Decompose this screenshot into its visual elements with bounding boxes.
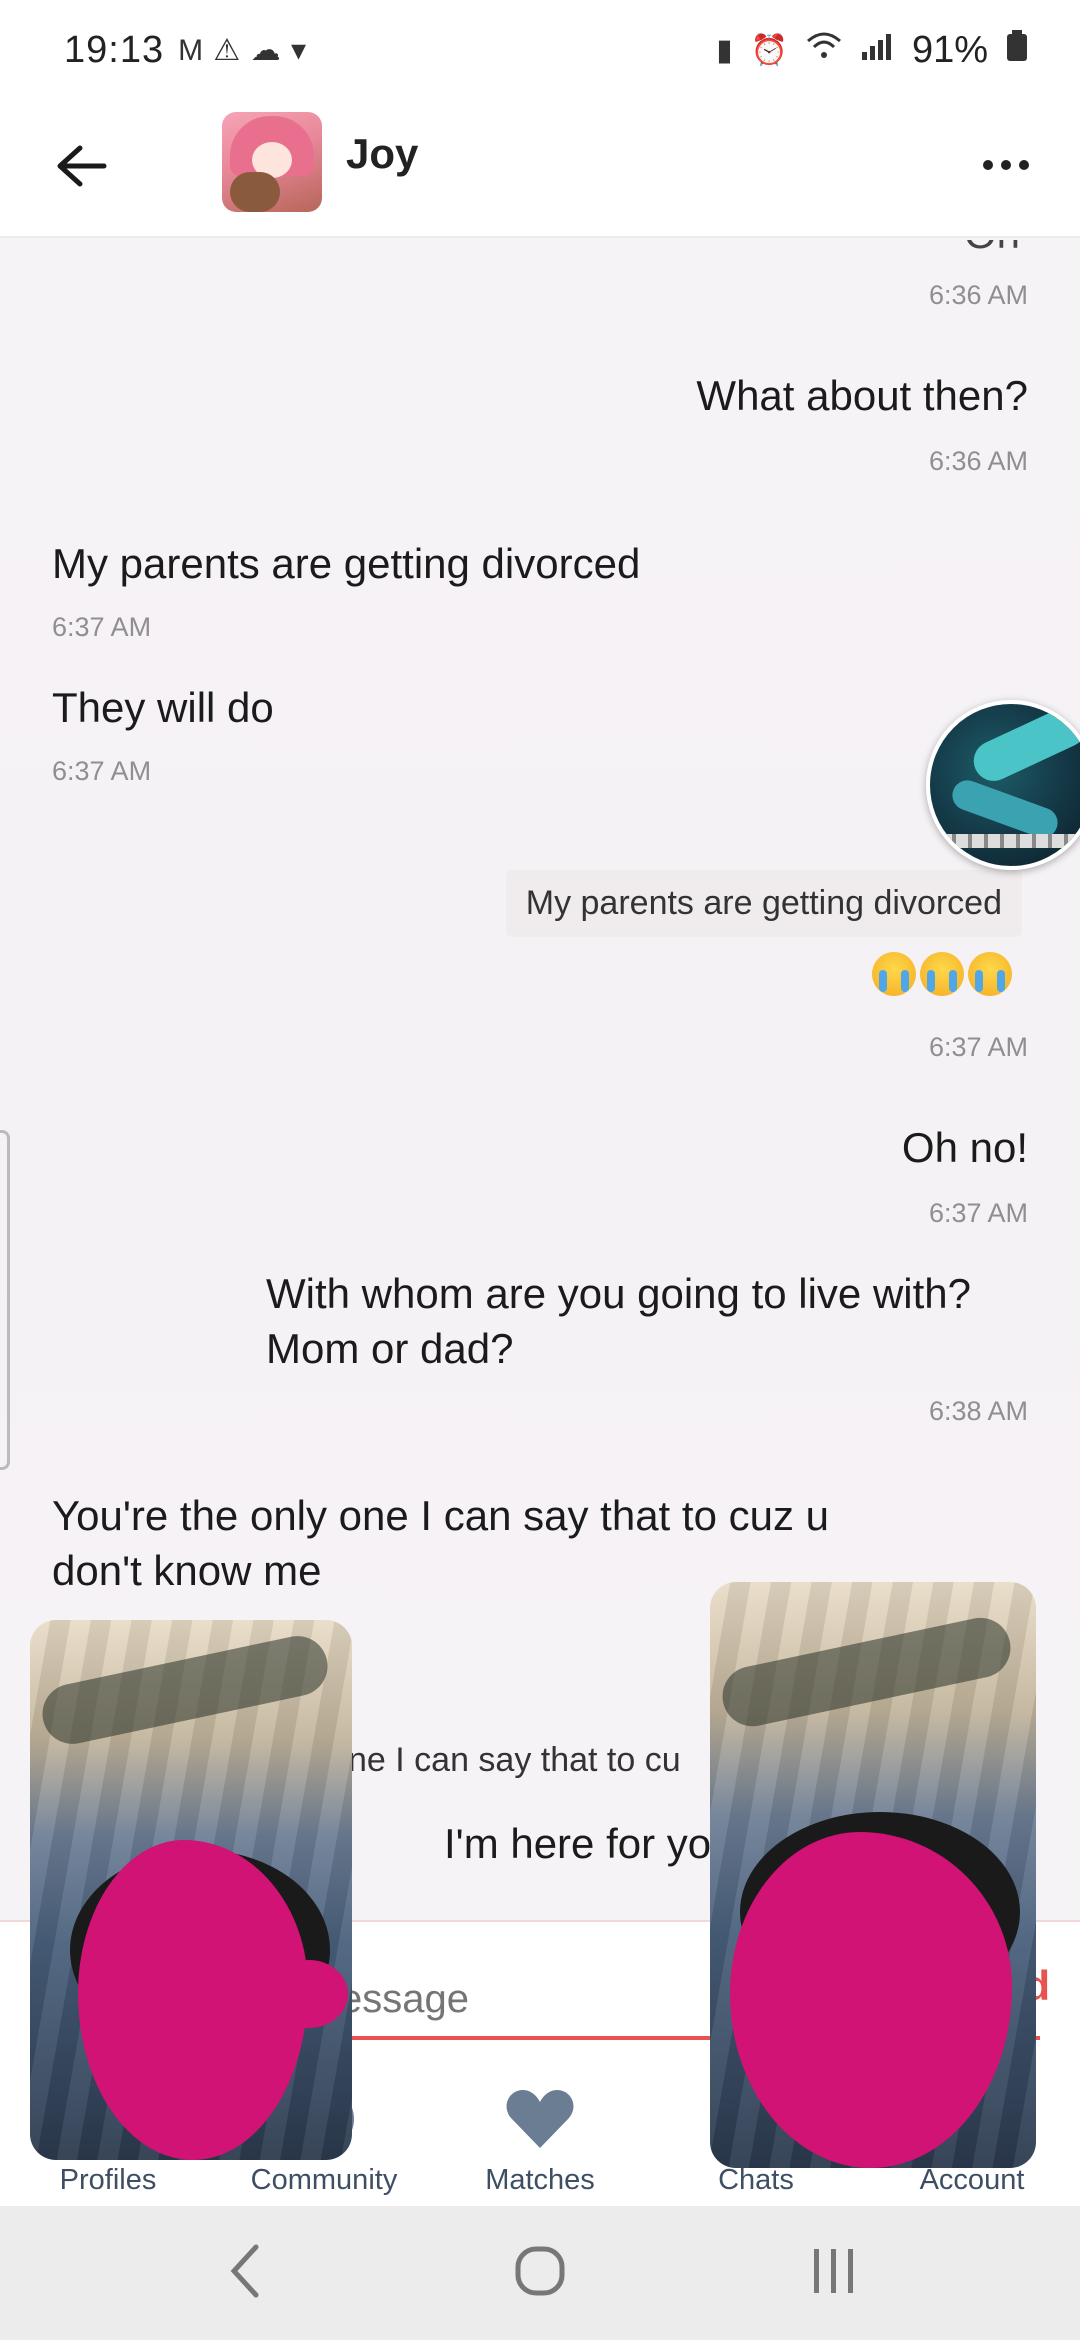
lock-icon: ▮ bbox=[716, 33, 733, 67]
notification-icons: M ⚠ ☁ ▾ bbox=[178, 33, 308, 67]
status-time: 19:13 bbox=[64, 28, 165, 71]
crying-emoji-row[interactable] bbox=[872, 952, 1012, 996]
message-sent-partial[interactable]: I'm here for yo bbox=[444, 1816, 711, 1871]
message-time: 6:38 AM bbox=[928, 1396, 1028, 1426]
system-home-icon bbox=[515, 2246, 565, 2296]
message-time: 6:36 AM bbox=[928, 280, 1028, 310]
system-navigation-bar bbox=[0, 2206, 1080, 2340]
system-back-icon bbox=[230, 2244, 259, 2298]
battery-icon bbox=[1006, 30, 1028, 70]
message-sent[interactable]: Oh no! bbox=[902, 1120, 1028, 1175]
system-back-button[interactable] bbox=[206, 2236, 286, 2306]
message-sent[interactable]: With whom are you going to live with? Mo… bbox=[266, 1266, 1026, 1377]
nav-label: Profiles bbox=[59, 2164, 157, 2196]
video-call-preview-right[interactable] bbox=[710, 1582, 1036, 2168]
back-arrow-icon bbox=[57, 145, 107, 187]
message-time: 6:36 AM bbox=[928, 446, 1028, 476]
signal-icon bbox=[860, 32, 894, 68]
message-cut-off: Oh bbox=[964, 240, 1020, 261]
nav-label: Chats bbox=[718, 2164, 794, 2196]
status-right: ▮ ⏰ 91% bbox=[716, 29, 1028, 72]
crying-emoji-icon bbox=[872, 952, 916, 996]
message-time: 6:37 AM bbox=[52, 756, 152, 786]
battery-percent: 91% bbox=[911, 28, 988, 71]
nav-label: Community bbox=[250, 2164, 398, 2196]
more-dot-icon bbox=[983, 160, 993, 170]
alarm-icon: ⏰ bbox=[750, 33, 788, 67]
quoted-message-partial[interactable]: ne I can say that to cu bbox=[348, 1738, 681, 1783]
message-time: 6:37 AM bbox=[52, 612, 152, 642]
message-sent[interactable]: What about then? bbox=[696, 368, 1028, 423]
contact-avatar[interactable] bbox=[222, 112, 322, 212]
system-recents-button[interactable] bbox=[794, 2236, 874, 2306]
contact-name[interactable]: Joy bbox=[346, 130, 418, 178]
chat-header: Joy bbox=[0, 100, 1080, 238]
message-time: 6:37 AM bbox=[928, 1032, 1028, 1062]
heart-icon bbox=[500, 2084, 580, 2154]
edge-panel-handle[interactable] bbox=[0, 1130, 10, 1470]
more-dot-icon bbox=[1001, 160, 1011, 170]
message-received[interactable]: My parents are getting divorced bbox=[52, 536, 640, 591]
system-recents-icon bbox=[814, 2249, 853, 2293]
nav-matches[interactable]: Matches bbox=[432, 2060, 648, 2206]
crying-emoji-icon bbox=[968, 952, 1012, 996]
system-home-button[interactable] bbox=[500, 2236, 580, 2306]
message-received[interactable]: They will do bbox=[52, 680, 274, 735]
status-bar: 19:13 M ⚠ ☁ ▾ ▮ ⏰ 91% bbox=[0, 0, 1080, 100]
nav-label: Matches bbox=[485, 2164, 595, 2196]
more-dot-icon bbox=[1019, 160, 1029, 170]
message-time: 6:37 AM bbox=[928, 1198, 1028, 1228]
nav-label: Account bbox=[919, 2164, 1025, 2196]
status-left: 19:13 M ⚠ ☁ ▾ bbox=[64, 29, 307, 72]
wifi-icon bbox=[806, 31, 842, 69]
back-button[interactable] bbox=[52, 136, 112, 196]
quoted-message[interactable]: My parents are getting divorced bbox=[505, 870, 1022, 937]
crying-emoji-icon bbox=[920, 952, 964, 996]
redaction-blob bbox=[270, 1960, 348, 2028]
video-call-preview-left[interactable] bbox=[30, 1620, 352, 2160]
more-options-button[interactable] bbox=[974, 140, 1038, 190]
floating-chat-head-avatar[interactable] bbox=[926, 700, 1080, 870]
